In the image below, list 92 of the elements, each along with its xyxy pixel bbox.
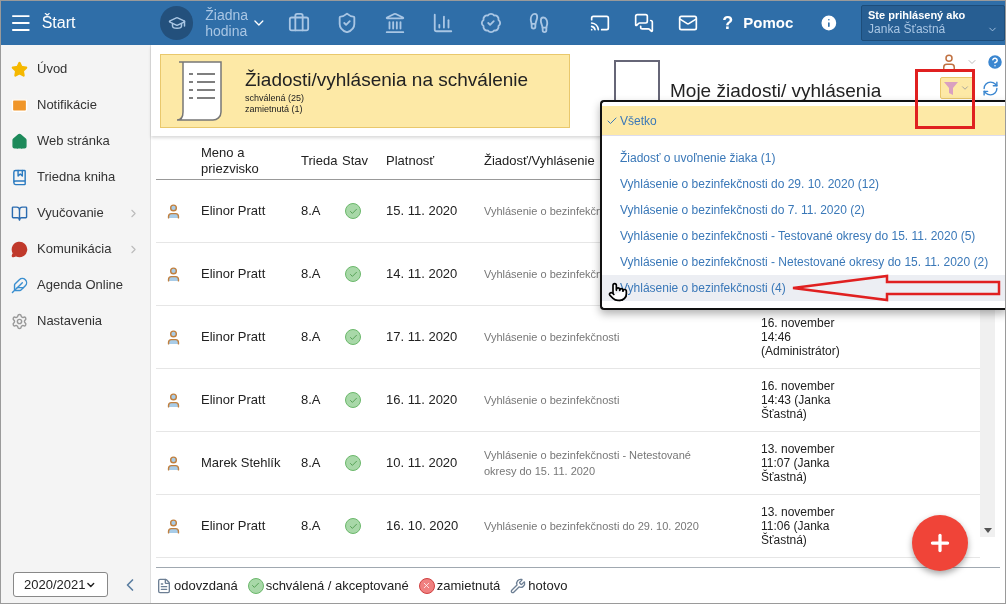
- table-cell-text: 10. 11. 2020: [386, 454, 459, 473]
- tools-icon: [510, 577, 527, 594]
- refresh-icon[interactable]: [982, 79, 999, 97]
- chat-icon[interactable]: [634, 13, 655, 33]
- sidebar-item[interactable]: Agenda Online: [1, 267, 150, 303]
- highlight-rectangle: [915, 69, 975, 129]
- user-name: Janka Šťastná: [868, 22, 946, 36]
- bank-icon[interactable]: [384, 12, 407, 34]
- mail-icon[interactable]: [678, 13, 699, 33]
- legend-label: hotovo: [528, 576, 568, 595]
- table-cell-text: Elinor Pratt: [201, 517, 267, 536]
- sidebar-item[interactable]: Triedna kniha: [1, 159, 150, 195]
- info-icon[interactable]: [819, 13, 840, 33]
- person-icon: [165, 265, 182, 283]
- sidebar-item[interactable]: Web stránka: [1, 123, 150, 159]
- scroll-down-icon[interactable]: [983, 528, 992, 533]
- table-cell-text: 17. 11. 2020: [386, 328, 459, 347]
- badge-icon[interactable]: [480, 12, 503, 34]
- column-header[interactable]: Žiadosť/Vyhlásenie: [484, 152, 596, 169]
- help-button[interactable]: ? Pomoc: [722, 9, 794, 37]
- caret-icon: [960, 83, 970, 93]
- column-header[interactable]: Meno a priezvisko: [201, 144, 301, 177]
- briefcase-icon[interactable]: [288, 12, 311, 34]
- table-cell-text: 8.A: [301, 202, 322, 221]
- add-button[interactable]: [912, 515, 968, 571]
- book-icon: [11, 168, 28, 186]
- column-header[interactable]: Platnosť: [386, 152, 484, 169]
- table-cell-text: Vyhlásenie o bezinfekčnosti: [484, 330, 620, 345]
- table-cell-text: 8.A: [301, 517, 322, 536]
- user-box[interactable]: Ste prihlásený ako Janka Šťastná: [861, 5, 1005, 41]
- person-icon: [165, 454, 182, 472]
- table-cell-text: Elinor Pratt: [201, 328, 267, 347]
- envelope-icon: [11, 96, 28, 114]
- table-cell-text: 16. november 14:46 (Administrátor): [761, 316, 841, 358]
- cap-icon: [167, 14, 186, 32]
- table-cell-text: 8.A: [301, 328, 322, 347]
- help-icon[interactable]: [986, 53, 1004, 71]
- filter-button[interactable]: [940, 77, 974, 99]
- star-icon: [11, 60, 28, 78]
- app-title[interactable]: Štart: [41, 11, 160, 35]
- sidebar-item[interactable]: Vyučovanie: [1, 195, 150, 231]
- table-cell-text: Vyhlásenie o bezinfekčnosti do 29. 10. 2020: [484, 519, 699, 534]
- person-icon: [165, 202, 182, 220]
- card-title: Moje žiadosti/ vyhlásenia: [670, 78, 882, 103]
- category-card[interactable]: Žiadosti/vyhlásenia na schválenie schválená (25) zamietnutá (1): [160, 53, 570, 128]
- table-cell-text: Elinor Pratt: [201, 202, 267, 221]
- table-cell-text: Elinor Pratt: [201, 265, 267, 284]
- cap-button[interactable]: [159, 6, 194, 40]
- table-cell-text: 8.A: [301, 454, 322, 473]
- legend-label: zamietnutá: [436, 576, 501, 595]
- year-select[interactable]: 2020/2021: [13, 572, 108, 597]
- card-title: Žiadosti/vyhlásenia na schválenie: [245, 67, 529, 92]
- sidebar-item[interactable]: Notifikácie: [1, 87, 150, 123]
- column-header[interactable]: Trieda: [301, 152, 342, 169]
- person-icon[interactable]: [940, 53, 958, 71]
- legend-label: schválená / akceptované: [265, 576, 409, 595]
- table-cell-text: 13. november 11:06 (Janka Šťastná): [761, 505, 836, 547]
- cast-icon[interactable]: [590, 13, 611, 33]
- sidebar-item[interactable]: Úvod: [1, 51, 150, 87]
- bar-chart-icon[interactable]: [432, 12, 455, 34]
- home-icon: [11, 132, 28, 150]
- column-header[interactable]: Stav: [342, 152, 386, 169]
- filter-option[interactable]: Všetko: [602, 106, 1005, 136]
- table-cell-text: 13. november 11:07 (Janka Šťastná): [761, 442, 836, 484]
- person-icon: [165, 391, 182, 409]
- table-cell-text: 8.A: [301, 391, 322, 410]
- table-cell-text: 16. november 14:43 (Janka Šťastná): [761, 379, 836, 421]
- table-cell-text: 16. 10. 2020: [386, 517, 460, 536]
- card-count: zamietnutá (1): [245, 103, 304, 115]
- table-cell-text: Elinor Pratt: [201, 391, 267, 410]
- sidebar-item[interactable]: Komunikácia: [1, 231, 150, 267]
- table-cell-text: Vyhlásenie o bezinfekčn: [484, 267, 603, 282]
- table-cell-text: 8.A: [301, 265, 322, 284]
- card-count: schválená (25): [245, 92, 306, 104]
- document-icon: [156, 577, 172, 594]
- table-cell-text: Marek Stehlík: [201, 454, 282, 473]
- gear-icon: [11, 312, 28, 330]
- person-icon: [165, 328, 182, 346]
- table-cell-text: Vyhlásenie o bezinfekčnosti - Netestované okresy do 15. 11. 2020: [484, 448, 692, 479]
- filter-icon: [944, 81, 958, 95]
- feather-icon: [11, 276, 28, 294]
- user-label: Ste prihlásený ako: [868, 8, 967, 22]
- table-cell-text: Vyhlásenie o bezinfekčnosti: [484, 393, 620, 408]
- person-icon: [165, 517, 182, 535]
- table-cell-text: Vyhlásenie o bezinfekčn: [484, 204, 603, 219]
- table-cell-text: 16. 11. 2020: [386, 391, 459, 410]
- table-cell-text: 15. 11. 2020: [386, 202, 459, 221]
- legend-label: odovzdaná: [174, 576, 238, 595]
- chat-icon: [11, 240, 28, 258]
- table-cell-text: 14. 11. 2020: [386, 265, 459, 284]
- sidebar-item[interactable]: Nastavenia: [1, 303, 150, 339]
- open-book-icon: [11, 204, 28, 222]
